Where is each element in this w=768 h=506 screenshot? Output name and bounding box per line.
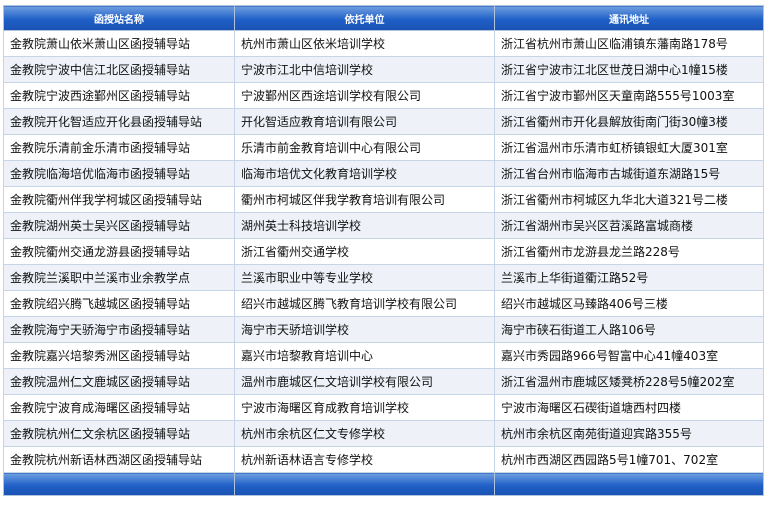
cell-host-unit: 海宁市天骄培训学校 — [234, 316, 495, 343]
cell-address: 浙江省衢州市柯城区九华北大道321号二楼 — [494, 186, 764, 213]
cell-address: 绍兴市越城区马臻路406号三楼 — [494, 290, 764, 317]
table-row: 金教院杭州新语林西湖区函授辅导站 杭州新语林语言专修学校 杭州市西湖区西园路5号1幢… — [3, 446, 764, 473]
table-row: 金教院兰溪职中兰溪市业余教学点 兰溪市职业中等专业学校 兰溪市上华街道衢江路52号 — [3, 264, 764, 291]
cell-address: 杭州市西湖区西园路5号1幢701、702室 — [494, 446, 764, 473]
table-row: 金教院杭州仁文余杭区函授辅导站 杭州市余杭区仁文专修学校 杭州市余杭区南苑街道迎宾路… — [3, 420, 764, 447]
cell-station-name: 金教院杭州新语林西湖区函授辅导站 — [3, 446, 235, 473]
table-footer-row — [3, 472, 764, 496]
table-header-row: 函授站名称 依托单位 通讯地址 — [3, 5, 764, 31]
cell-address: 宁波市海曙区石碶街道塘西村四楼 — [494, 394, 764, 421]
cell-address: 嘉兴市秀园路966号智富中心41幢403室 — [494, 342, 764, 369]
table-row: 金教院温州仁文鹿城区函授辅导站 温州市鹿城区仁文培训学校有限公司 浙江省温州市鹿城区… — [3, 368, 764, 395]
cell-host-unit: 乐清市前金教育培训中心有限公司 — [234, 134, 495, 161]
cell-address: 海宁市硖石街道工人路106号 — [494, 316, 764, 343]
cell-station-name: 金教院宁波中信江北区函授辅导站 — [3, 56, 235, 83]
cell-host-unit: 衢州市柯城区伴我学教育培训有限公司 — [234, 186, 495, 213]
table-row: 金教院宁波育成海曙区函授辅导站 宁波市海曙区育成教育培训学校 宁波市海曙区石碶街道塘… — [3, 394, 764, 421]
footer-cell — [494, 472, 764, 496]
cell-host-unit: 湖州英士科技培训学校 — [234, 212, 495, 239]
cell-station-name: 金教院嘉兴培黎秀洲区函授辅导站 — [3, 342, 235, 369]
cell-station-name: 金教院萧山依米萧山区函授辅导站 — [3, 30, 235, 57]
cell-station-name: 金教院绍兴腾飞越城区函授辅导站 — [3, 290, 235, 317]
cell-host-unit: 绍兴市越城区腾飞教育培训学校有限公司 — [234, 290, 495, 317]
cell-station-name: 金教院衢州伴我学柯城区函授辅导站 — [3, 186, 235, 213]
table-row: 金教院绍兴腾飞越城区函授辅导站 绍兴市越城区腾飞教育培训学校有限公司 绍兴市越城区马… — [3, 290, 764, 317]
cell-address: 浙江省台州市临海市古城街道东湖路15号 — [494, 160, 764, 187]
table-row: 金教院衢州交通龙游县函授辅导站 浙江省衢州交通学校 浙江省衢州市龙游县龙兰路228号 — [3, 238, 764, 265]
cell-address: 兰溪市上华街道衢江路52号 — [494, 264, 764, 291]
table-row: 金教院嘉兴培黎秀洲区函授辅导站 嘉兴市培黎教育培训中心 嘉兴市秀园路966号智富中心… — [3, 342, 764, 369]
cell-address: 浙江省湖州市吴兴区苕溪路富城商楼 — [494, 212, 764, 239]
cell-address: 浙江省衢州市龙游县龙兰路228号 — [494, 238, 764, 265]
cell-host-unit: 杭州新语林语言专修学校 — [234, 446, 495, 473]
cell-station-name: 金教院开化智适应开化县函授辅导站 — [3, 108, 235, 135]
footer-cell — [3, 472, 235, 496]
cell-station-name: 金教院衢州交通龙游县函授辅导站 — [3, 238, 235, 265]
cell-station-name: 金教院湖州英士吴兴区函授辅导站 — [3, 212, 235, 239]
cell-station-name: 金教院乐清前金乐清市函授辅导站 — [3, 134, 235, 161]
cell-address: 浙江省温州市鹿城区矮凳桥228号5幢202室 — [494, 368, 764, 395]
cell-station-name: 金教院兰溪职中兰溪市业余教学点 — [3, 264, 235, 291]
table-row: 金教院萧山依米萧山区函授辅导站 杭州市萧山区依米培训学校 浙江省杭州市萧山区临浦镇东… — [3, 30, 764, 57]
cell-station-name: 金教院临海培优临海市函授辅导站 — [3, 160, 235, 187]
cell-address: 浙江省衢州市开化县解放街南门街30幢3楼 — [494, 108, 764, 135]
cell-host-unit: 宁波市江北中信培训学校 — [234, 56, 495, 83]
cell-host-unit: 兰溪市职业中等专业学校 — [234, 264, 495, 291]
footer-cell — [234, 472, 495, 496]
cell-host-unit: 宁波鄞州区西途培训学校有限公司 — [234, 82, 495, 109]
cell-host-unit: 宁波市海曙区育成教育培训学校 — [234, 394, 495, 421]
table-row: 金教院开化智适应开化县函授辅导站 开化智适应教育培训有限公司 浙江省衢州市开化县解放… — [3, 108, 764, 135]
table-row: 金教院宁波中信江北区函授辅导站 宁波市江北中信培训学校 浙江省宁波市江北区世茂日湖中… — [3, 56, 764, 83]
table-row: 金教院临海培优临海市函授辅导站 临海市培优文化教育培训学校 浙江省台州市临海市古城街… — [3, 160, 764, 187]
cell-address: 杭州市余杭区南苑街道迎宾路355号 — [494, 420, 764, 447]
cell-host-unit: 开化智适应教育培训有限公司 — [234, 108, 495, 135]
cell-host-unit: 杭州市萧山区依米培训学校 — [234, 30, 495, 57]
cell-station-name: 金教院杭州仁文余杭区函授辅导站 — [3, 420, 235, 447]
cell-address: 浙江省宁波市江北区世茂日湖中心1幢15楼 — [494, 56, 764, 83]
table-body: 金教院萧山依米萧山区函授辅导站 杭州市萧山区依米培训学校 浙江省杭州市萧山区临浦镇东… — [3, 30, 764, 473]
cell-station-name: 金教院海宁天骄海宁市函授辅导站 — [3, 316, 235, 343]
cell-host-unit: 浙江省衢州交通学校 — [234, 238, 495, 265]
cell-host-unit: 温州市鹿城区仁文培训学校有限公司 — [234, 368, 495, 395]
cell-address: 浙江省宁波市鄞州区天童南路555号1003室 — [494, 82, 764, 109]
station-table-container: 函授站名称 依托单位 通讯地址 金教院萧山依米萧山区函授辅导站 杭州市萧山区依米培… — [3, 5, 764, 496]
table-row: 金教院海宁天骄海宁市函授辅导站 海宁市天骄培训学校 海宁市硖石街道工人路106号 — [3, 316, 764, 343]
cell-address: 浙江省温州市乐清市虹桥镇银虹大厦301室 — [494, 134, 764, 161]
table-row: 金教院湖州英士吴兴区函授辅导站 湖州英士科技培训学校 浙江省湖州市吴兴区苕溪路富城商… — [3, 212, 764, 239]
cell-address: 浙江省杭州市萧山区临浦镇东藩南路178号 — [494, 30, 764, 57]
cell-station-name: 金教院温州仁文鹿城区函授辅导站 — [3, 368, 235, 395]
cell-host-unit: 杭州市余杭区仁文专修学校 — [234, 420, 495, 447]
cell-host-unit: 嘉兴市培黎教育培训中心 — [234, 342, 495, 369]
header-address: 通讯地址 — [494, 5, 764, 31]
cell-station-name: 金教院宁波育成海曙区函授辅导站 — [3, 394, 235, 421]
station-table: 函授站名称 依托单位 通讯地址 金教院萧山依米萧山区函授辅导站 杭州市萧山区依米培… — [3, 5, 764, 496]
table-row: 金教院衢州伴我学柯城区函授辅导站 衢州市柯城区伴我学教育培训有限公司 浙江省衢州市柯… — [3, 186, 764, 213]
header-host-unit: 依托单位 — [234, 5, 495, 31]
cell-host-unit: 临海市培优文化教育培训学校 — [234, 160, 495, 187]
table-row: 金教院乐清前金乐清市函授辅导站 乐清市前金教育培训中心有限公司 浙江省温州市乐清市虹… — [3, 134, 764, 161]
table-row: 金教院宁波西途鄞州区函授辅导站 宁波鄞州区西途培训学校有限公司 浙江省宁波市鄞州区天… — [3, 82, 764, 109]
header-station-name: 函授站名称 — [3, 5, 235, 31]
cell-station-name: 金教院宁波西途鄞州区函授辅导站 — [3, 82, 235, 109]
